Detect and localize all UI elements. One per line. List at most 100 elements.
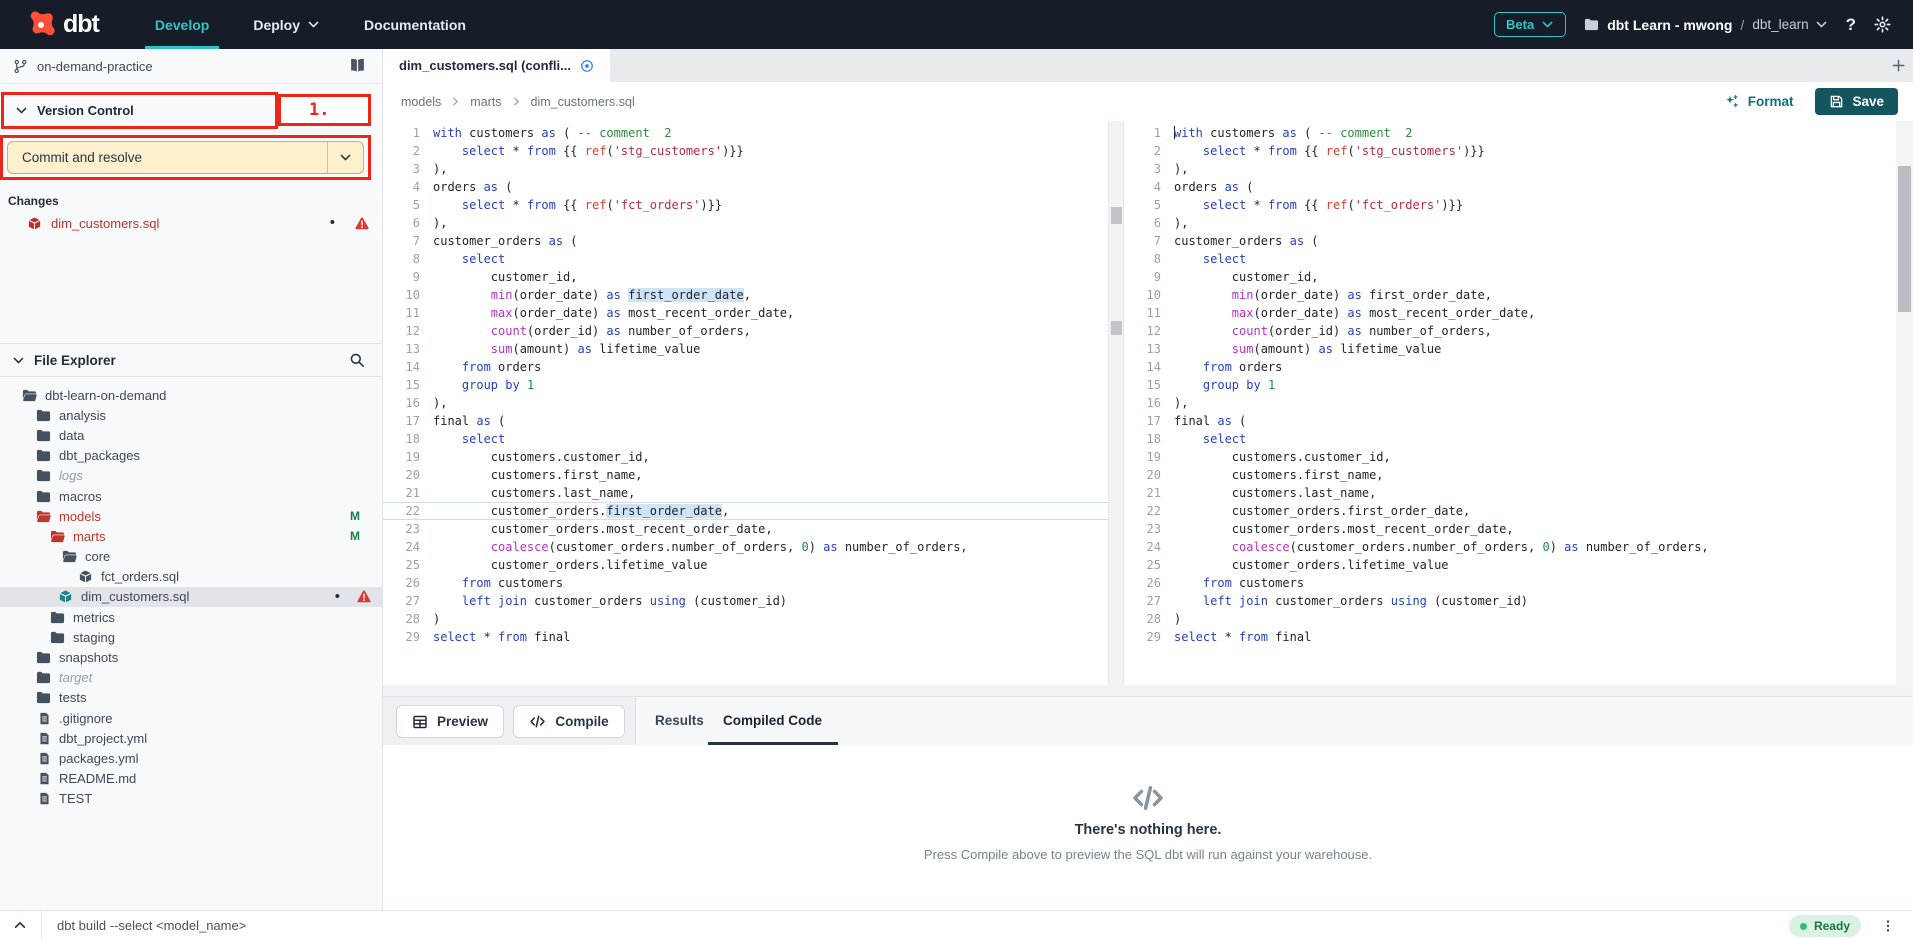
code-line-24[interactable]: 24 coalesce(customer_orders.number_of_or…: [383, 538, 1108, 556]
code-line-27[interactable]: 27 left join customer_orders using (cust…: [1124, 592, 1896, 610]
code-line-18[interactable]: 18 select: [1124, 430, 1896, 448]
gear-icon[interactable]: [1874, 16, 1891, 33]
tree-item-logs[interactable]: logs: [0, 466, 382, 486]
code-line-26[interactable]: 26 from customers: [1124, 574, 1896, 592]
code-line-16[interactable]: 16),: [1124, 394, 1896, 412]
tree-item-data[interactable]: data: [0, 425, 382, 445]
code-line-29[interactable]: 29select * from final: [1124, 628, 1896, 646]
code-line-7[interactable]: 7customer_orders as (: [383, 232, 1108, 250]
tab-dim-customers[interactable]: dim_customers.sql (confli...: [383, 49, 610, 82]
left-pane-scrollbar[interactable]: [1108, 121, 1124, 685]
code-line-3[interactable]: 3),: [1124, 160, 1896, 178]
code-line-12[interactable]: 12 count(order_id) as number_of_orders,: [1124, 322, 1896, 340]
code-line-13[interactable]: 13 sum(amount) as lifetime_value: [383, 340, 1108, 358]
tree-item-test[interactable]: TEST: [0, 789, 382, 809]
beta-button[interactable]: Beta: [1494, 12, 1566, 37]
tree-item-tests[interactable]: tests: [0, 688, 382, 708]
code-line-22[interactable]: 22 customer_orders.first_order_date,: [1124, 502, 1896, 520]
compile-button[interactable]: Compile: [513, 705, 625, 738]
code-line-26[interactable]: 26 from customers: [383, 574, 1108, 592]
right-pane-scrollbar[interactable]: [1896, 121, 1913, 685]
code-line-29[interactable]: 29select * from final: [383, 628, 1108, 646]
code-line-25[interactable]: 25 customer_orders.lifetime_value: [383, 556, 1108, 574]
docs-book-icon[interactable]: [349, 57, 366, 74]
changed-file-row[interactable]: dim_customers.sql •: [0, 212, 382, 234]
tree-item-dbt-packages[interactable]: dbt_packages: [0, 446, 382, 466]
nav-develop[interactable]: Develop: [137, 0, 227, 49]
help-icon[interactable]: ?: [1846, 15, 1856, 35]
tree-item-staging[interactable]: staging: [0, 627, 382, 647]
code-line-5[interactable]: 5 select * from {{ ref('fct_orders')}}: [383, 196, 1108, 214]
tree-item-models[interactable]: modelsM: [0, 506, 382, 526]
tree-item-core[interactable]: core: [0, 547, 382, 567]
code-line-20[interactable]: 20 customers.first_name,: [383, 466, 1108, 484]
status-badge[interactable]: Ready: [1789, 915, 1861, 937]
code-line-15[interactable]: 15 group by 1: [383, 376, 1108, 394]
code-line-14[interactable]: 14 from orders: [383, 358, 1108, 376]
chevron-up-icon[interactable]: [13, 918, 27, 932]
nav-deploy[interactable]: Deploy: [235, 0, 338, 49]
breadcrumb-marts[interactable]: marts: [470, 95, 501, 109]
code-line-5[interactable]: 5 select * from {{ ref('fct_orders')}}: [1124, 196, 1896, 214]
commit-and-resolve-button[interactable]: Commit and resolve: [7, 141, 364, 174]
tree-item-target[interactable]: target: [0, 668, 382, 688]
breadcrumb-models[interactable]: models: [401, 95, 441, 109]
tree-item-metrics[interactable]: metrics: [0, 607, 382, 627]
code-line-9[interactable]: 9 customer_id,: [383, 268, 1108, 286]
code-line-2[interactable]: 2 select * from {{ ref('stg_customers')}…: [1124, 142, 1896, 160]
scrollbar-thumb[interactable]: [1111, 321, 1122, 335]
code-pane-left[interactable]: 1with customers as ( -- comment 22 selec…: [383, 121, 1108, 685]
tree-item-gitignore[interactable]: .gitignore: [0, 708, 382, 728]
code-line-20[interactable]: 20 customers.first_name,: [1124, 466, 1896, 484]
tree-item-dbt-learn-on-demand[interactable]: dbt-learn-on-demand: [0, 385, 382, 405]
code-line-19[interactable]: 19 customers.customer_id,: [1124, 448, 1896, 466]
tab-compiled-code[interactable]: Compiled Code: [723, 697, 822, 745]
tree-item-analysis[interactable]: analysis: [0, 405, 382, 425]
code-line-13[interactable]: 13 sum(amount) as lifetime_value: [1124, 340, 1896, 358]
code-line-24[interactable]: 24 coalesce(customer_orders.number_of_or…: [1124, 538, 1896, 556]
code-line-23[interactable]: 23 customer_orders.most_recent_order_dat…: [383, 520, 1108, 538]
code-line-14[interactable]: 14 from orders: [1124, 358, 1896, 376]
code-line-17[interactable]: 17final as (: [383, 412, 1108, 430]
code-line-1[interactable]: 1with customers as ( -- comment 2: [1124, 124, 1896, 142]
code-line-8[interactable]: 8 select: [1124, 250, 1896, 268]
code-line-6[interactable]: 6),: [383, 214, 1108, 232]
code-line-2[interactable]: 2 select * from {{ ref('stg_customers')}…: [383, 142, 1108, 160]
code-line-1[interactable]: 1with customers as ( -- comment 2: [383, 124, 1108, 142]
code-line-21[interactable]: 21 customers.last_name,: [1124, 484, 1896, 502]
horizontal-scrollbar-strip[interactable]: [383, 685, 1913, 696]
tree-item-fct-orders-sql[interactable]: fct_orders.sql: [0, 567, 382, 587]
code-line-11[interactable]: 11 max(order_date) as most_recent_order_…: [383, 304, 1108, 322]
format-button[interactable]: Format: [1724, 94, 1794, 110]
project-selector[interactable]: dbt Learn - mwong / dbt_learn: [1584, 17, 1827, 33]
tree-item-marts[interactable]: martsM: [0, 526, 382, 546]
search-icon[interactable]: [349, 352, 365, 368]
tab-results[interactable]: Results: [655, 697, 704, 745]
code-line-6[interactable]: 6),: [1124, 214, 1896, 232]
branch-selector[interactable]: on-demand-practice: [0, 49, 382, 84]
code-line-21[interactable]: 21 customers.last_name,: [383, 484, 1108, 502]
commit-dropdown-caret[interactable]: [327, 142, 363, 173]
dbt-logo[interactable]: dbt: [26, 10, 99, 40]
code-line-28[interactable]: 28): [383, 610, 1108, 628]
code-line-9[interactable]: 9 customer_id,: [1124, 268, 1896, 286]
code-line-15[interactable]: 15 group by 1: [1124, 376, 1896, 394]
code-line-3[interactable]: 3),: [383, 160, 1108, 178]
tree-item-packages-yml[interactable]: packages.yml: [0, 748, 382, 768]
version-control-header[interactable]: Version Control: [1, 92, 278, 129]
code-line-19[interactable]: 19 customers.customer_id,: [383, 448, 1108, 466]
breadcrumb-file[interactable]: dim_customers.sql: [531, 95, 635, 109]
code-line-8[interactable]: 8 select: [383, 250, 1108, 268]
code-line-4[interactable]: 4orders as (: [1124, 178, 1896, 196]
tree-item-dbt-project-yml[interactable]: dbt_project.yml: [0, 728, 382, 748]
preview-button[interactable]: Preview: [396, 705, 504, 738]
new-tab-icon[interactable]: [1891, 58, 1906, 73]
code-line-4[interactable]: 4orders as (: [383, 178, 1108, 196]
file-explorer-header[interactable]: File Explorer: [0, 343, 382, 377]
tree-item-dim-customers-sql[interactable]: dim_customers.sql•: [0, 587, 382, 607]
code-pane-right[interactable]: 1with customers as ( -- comment 22 selec…: [1124, 121, 1896, 685]
code-line-11[interactable]: 11 max(order_date) as most_recent_order_…: [1124, 304, 1896, 322]
code-line-10[interactable]: 10 min(order_date) as first_order_date,: [1124, 286, 1896, 304]
code-line-28[interactable]: 28): [1124, 610, 1896, 628]
tree-item-readme-md[interactable]: README.md: [0, 769, 382, 789]
